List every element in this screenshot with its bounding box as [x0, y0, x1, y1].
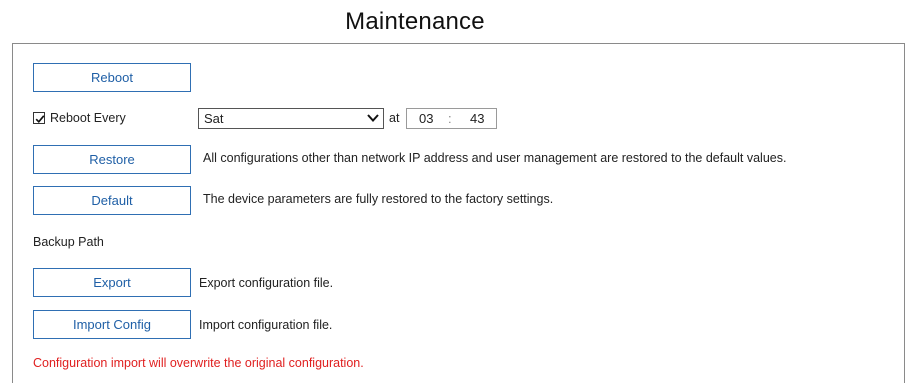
time-separator: :	[448, 111, 452, 126]
checkmark-icon	[35, 115, 45, 124]
reboot-hour-input[interactable]: 03	[419, 109, 433, 128]
reboot-day-value: Sat	[204, 111, 224, 126]
export-button[interactable]: Export	[33, 268, 191, 297]
export-description: Export configuration file.	[199, 276, 334, 290]
import-config-button[interactable]: Import Config	[33, 310, 191, 339]
restore-button[interactable]: Restore	[33, 145, 191, 174]
at-label: at	[389, 111, 400, 125]
reboot-button[interactable]: Reboot	[33, 63, 191, 92]
reboot-day-select[interactable]: Sat	[198, 108, 384, 129]
reboot-time-field[interactable]: 03 : 43	[406, 108, 497, 129]
default-button[interactable]: Default	[33, 186, 191, 215]
import-description: Import configuration file.	[199, 318, 333, 332]
reboot-every-checkbox[interactable]	[33, 112, 45, 124]
default-description: The device parameters are fully restored…	[203, 192, 554, 206]
page-title: Maintenance	[345, 8, 485, 35]
reboot-every-label: Reboot Every	[50, 111, 126, 125]
chevron-down-icon	[367, 114, 379, 122]
backup-path-label: Backup Path	[33, 235, 104, 249]
reboot-minute-input[interactable]: 43	[470, 109, 484, 128]
restore-description: All configurations other than network IP…	[203, 151, 787, 165]
import-warning-text: Configuration import will overwrite the …	[33, 356, 364, 370]
reboot-every-row: Reboot Every	[33, 111, 126, 125]
